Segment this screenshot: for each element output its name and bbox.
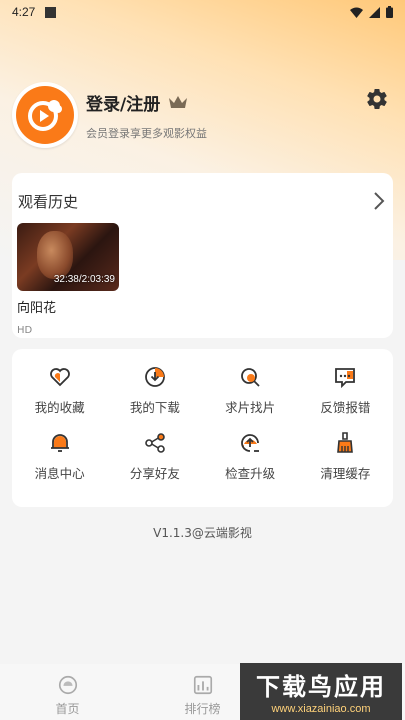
- menu-item-check-upgrade[interactable]: 检查升级: [203, 431, 298, 497]
- menu-label: 清理缓存: [320, 466, 371, 481]
- watermark-logo: 下载鸟应用 www.xiazainiao.com: [240, 663, 402, 720]
- movie-title: 向阳花: [17, 301, 57, 316]
- menu-item-favorites[interactable]: 我的收藏: [12, 365, 107, 431]
- tab-home[interactable]: 首页: [0, 664, 135, 720]
- menu-label: 检查升级: [225, 466, 276, 481]
- menu-label: 我的收藏: [34, 400, 85, 415]
- menu-label: 反馈报错: [320, 400, 371, 415]
- watch-history-card: 观看历史 32:38/2:03:39 向阳花 HD: [12, 173, 393, 338]
- wifi-icon: [350, 7, 363, 18]
- signal-icon: [369, 6, 380, 18]
- poster-figure: [37, 231, 73, 279]
- bell-icon: [50, 434, 69, 452]
- menu-label: 我的下载: [129, 400, 180, 415]
- status-bar: 4:27: [0, 0, 405, 24]
- crown-icon: [169, 96, 188, 108]
- share-icon: [145, 433, 165, 453]
- download-icon: [144, 367, 165, 387]
- ranking-icon: [193, 675, 212, 695]
- app-logo-icon: [16, 86, 74, 144]
- menu-item-request-film[interactable]: 求片找片: [203, 365, 298, 431]
- menu-label: 求片找片: [225, 400, 276, 415]
- menu-item-messages[interactable]: 消息中心: [12, 431, 107, 497]
- watch-history-title: 观看历史: [18, 192, 79, 211]
- movie-thumbnail[interactable]: 32:38/2:03:39: [17, 223, 119, 291]
- watch-progress: 32:38/2:03:39: [53, 274, 115, 285]
- menu-label: 消息中心: [34, 466, 85, 481]
- login-register-link[interactable]: 登录/注册: [86, 90, 160, 115]
- watermark-url: www.xiazainiao.com: [271, 703, 371, 715]
- home-icon: [58, 675, 77, 695]
- status-time: 4:27: [12, 5, 36, 19]
- battery-icon: [386, 6, 393, 18]
- movie-quality: HD: [17, 325, 33, 336]
- notification-icon: [45, 6, 57, 18]
- menu-item-feedback[interactable]: 反馈报错: [298, 365, 393, 431]
- tab-label: 排行榜: [184, 702, 221, 716]
- heart-icon: [49, 368, 70, 387]
- profile-section[interactable]: 登录/注册 会员登录享更多观影权益: [12, 82, 207, 148]
- function-menu-card: 我的收藏 我的下载 求片找片 反馈报错 消息中心 分享好友 检查升级 清理缓存: [12, 349, 393, 507]
- tab-label: 首页: [55, 702, 80, 716]
- gear-icon[interactable]: [365, 87, 389, 111]
- upgrade-icon: [241, 434, 260, 452]
- menu-item-share[interactable]: 分享好友: [107, 431, 202, 497]
- chevron-right-icon[interactable]: [373, 191, 385, 211]
- feedback-icon: [335, 368, 356, 389]
- menu-item-clear-cache[interactable]: 清理缓存: [298, 431, 393, 497]
- watermark-text: 下载鸟应用: [256, 674, 386, 701]
- member-benefit-text: 会员登录享更多观影权益: [86, 126, 207, 140]
- menu-item-downloads[interactable]: 我的下载: [107, 365, 202, 431]
- version-text: V1.1.3@云端影视: [153, 526, 252, 540]
- broom-icon: [337, 432, 354, 453]
- menu-label: 分享好友: [129, 466, 180, 481]
- history-item[interactable]: 32:38/2:03:39 向阳花 HD: [17, 223, 119, 336]
- avatar[interactable]: [12, 82, 78, 148]
- search-film-icon: [241, 368, 260, 387]
